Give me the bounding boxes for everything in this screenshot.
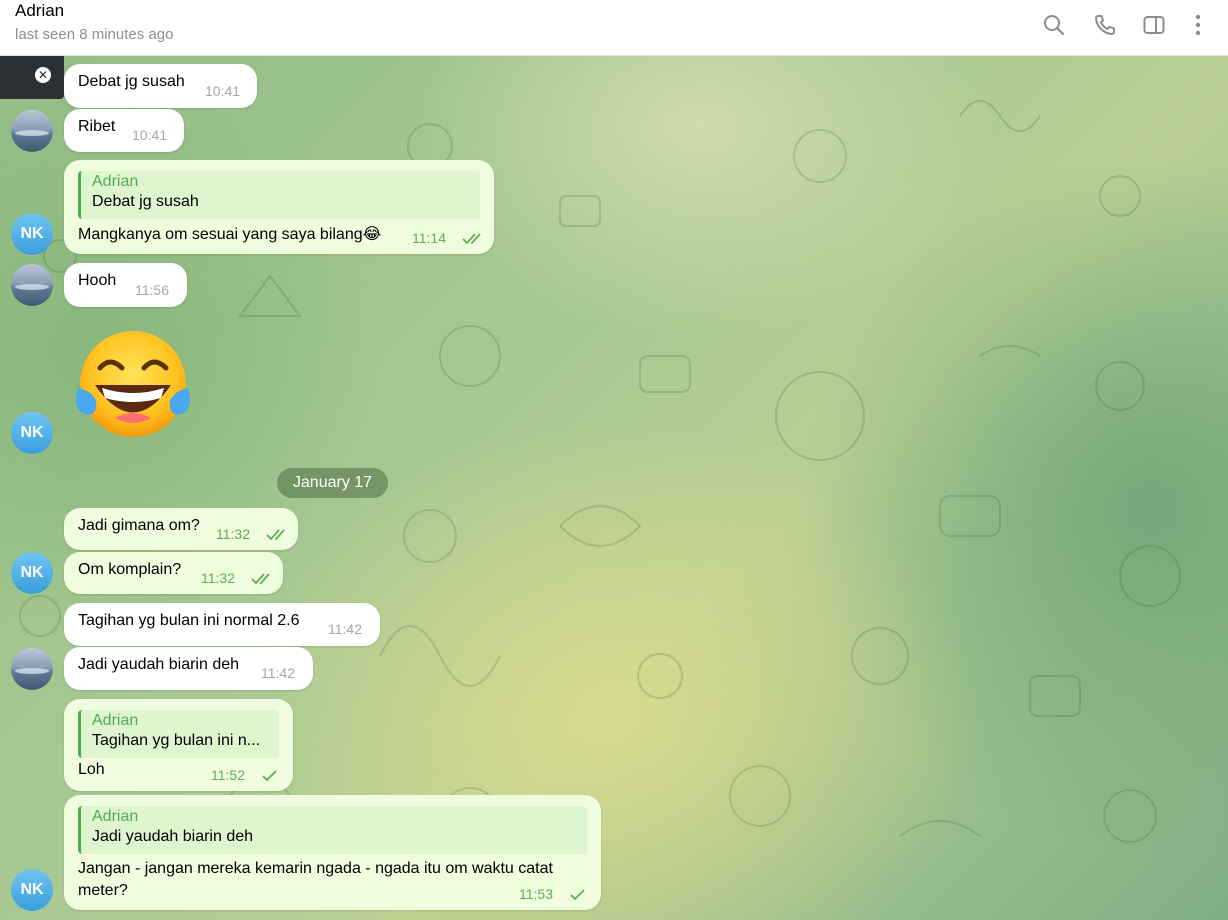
message-text: Jangan - jangan mereka kemarin ngada - n… — [78, 860, 553, 899]
message-bubble[interactable]: Jadi yaudah biarin deh 11:42 — [64, 647, 313, 690]
message-text: Debat jg susah — [78, 73, 185, 90]
message-bubble[interactable]: Hooh 11:56 — [64, 263, 187, 307]
avatar[interactable] — [11, 110, 53, 152]
laughing-emoji-sticker[interactable] — [70, 330, 200, 440]
avatar[interactable]: NK — [11, 869, 53, 911]
double-check-icon — [462, 232, 486, 246]
message-time: 11:53 — [519, 886, 553, 902]
avatar[interactable]: NK — [11, 412, 53, 454]
reply-author: Adrian — [92, 173, 139, 190]
avatar[interactable]: NK — [11, 552, 53, 594]
check-icon — [261, 769, 279, 783]
message-bubble[interactable]: Adrian Debat jg susah Mangkanya om sesua… — [64, 160, 494, 254]
double-check-icon — [266, 528, 290, 542]
avatar[interactable] — [11, 264, 53, 306]
reply-quote[interactable]: Adrian Tagihan yg bulan ini n... — [78, 710, 279, 758]
message-text: Hooh — [78, 272, 117, 289]
avatar[interactable]: NK — [11, 213, 53, 255]
message-time: 11:32 — [201, 570, 235, 586]
last-seen-status: last seen 8 minutes ago — [15, 26, 174, 43]
message-text: Om komplain? — [78, 561, 182, 578]
message-text: Loh — [78, 761, 105, 778]
reply-text: Jadi yaudah biarin deh — [92, 828, 254, 845]
phone-icon[interactable] — [1092, 12, 1118, 38]
message-text: Tagihan yg bulan ini normal 2.6 — [78, 612, 300, 629]
message-bubble[interactable]: Om komplain? 11:32 — [64, 552, 283, 594]
pinned-close-bar: ✕ — [0, 56, 64, 99]
message-bubble[interactable]: Tagihan yg bulan ini normal 2.6 11:42 — [64, 603, 380, 646]
message-text: Jadi gimana om? — [78, 517, 200, 534]
double-check-icon — [251, 572, 275, 586]
reply-text: Tagihan yg bulan ini n... — [92, 732, 261, 749]
message-time: 11:52 — [211, 767, 245, 783]
close-icon[interactable]: ✕ — [35, 67, 51, 83]
message-time: 11:42 — [261, 665, 295, 681]
message-time: 11:14 — [412, 230, 446, 246]
check-icon — [569, 888, 587, 902]
message-time: 11:32 — [216, 526, 250, 542]
message-bubble[interactable]: Jadi gimana om? 11:32 — [64, 508, 298, 550]
more-vertical-icon[interactable] — [1185, 12, 1211, 38]
message-text: Ribet — [78, 118, 116, 135]
search-icon[interactable] — [1041, 12, 1067, 38]
message-time: 11:42 — [328, 621, 362, 637]
message-time: 10:41 — [132, 127, 168, 143]
reply-quote[interactable]: Adrian Jadi yaudah biarin deh — [78, 806, 587, 854]
message-time: 10:41 — [205, 83, 241, 99]
message-bubble[interactable]: Adrian Jadi yaudah biarin deh Jangan - j… — [64, 795, 601, 910]
chat-title[interactable]: Adrian — [15, 1, 64, 21]
date-separator: January 17 — [277, 468, 388, 498]
message-bubble[interactable]: Adrian Tagihan yg bulan ini n... Loh 11:… — [64, 699, 293, 791]
message-bubble[interactable]: Debat jg susah 10:41 — [64, 64, 257, 108]
message-text: Jadi yaudah biarin deh — [78, 656, 240, 673]
reply-text: Debat jg susah — [92, 193, 199, 210]
reply-author: Adrian — [92, 808, 139, 825]
message-text: Mangkanya om sesuai yang saya bilang😂 — [78, 226, 382, 243]
sidebar-toggle-icon[interactable] — [1141, 12, 1167, 38]
avatar[interactable] — [11, 648, 53, 690]
reply-quote[interactable]: Adrian Debat jg susah — [78, 171, 480, 219]
reply-author: Adrian — [92, 712, 139, 729]
message-time: 11:56 — [135, 282, 169, 298]
message-bubble[interactable]: Ribet 10:41 — [64, 109, 184, 152]
chat-header: Adrian last seen 8 minutes ago — [0, 0, 1228, 56]
